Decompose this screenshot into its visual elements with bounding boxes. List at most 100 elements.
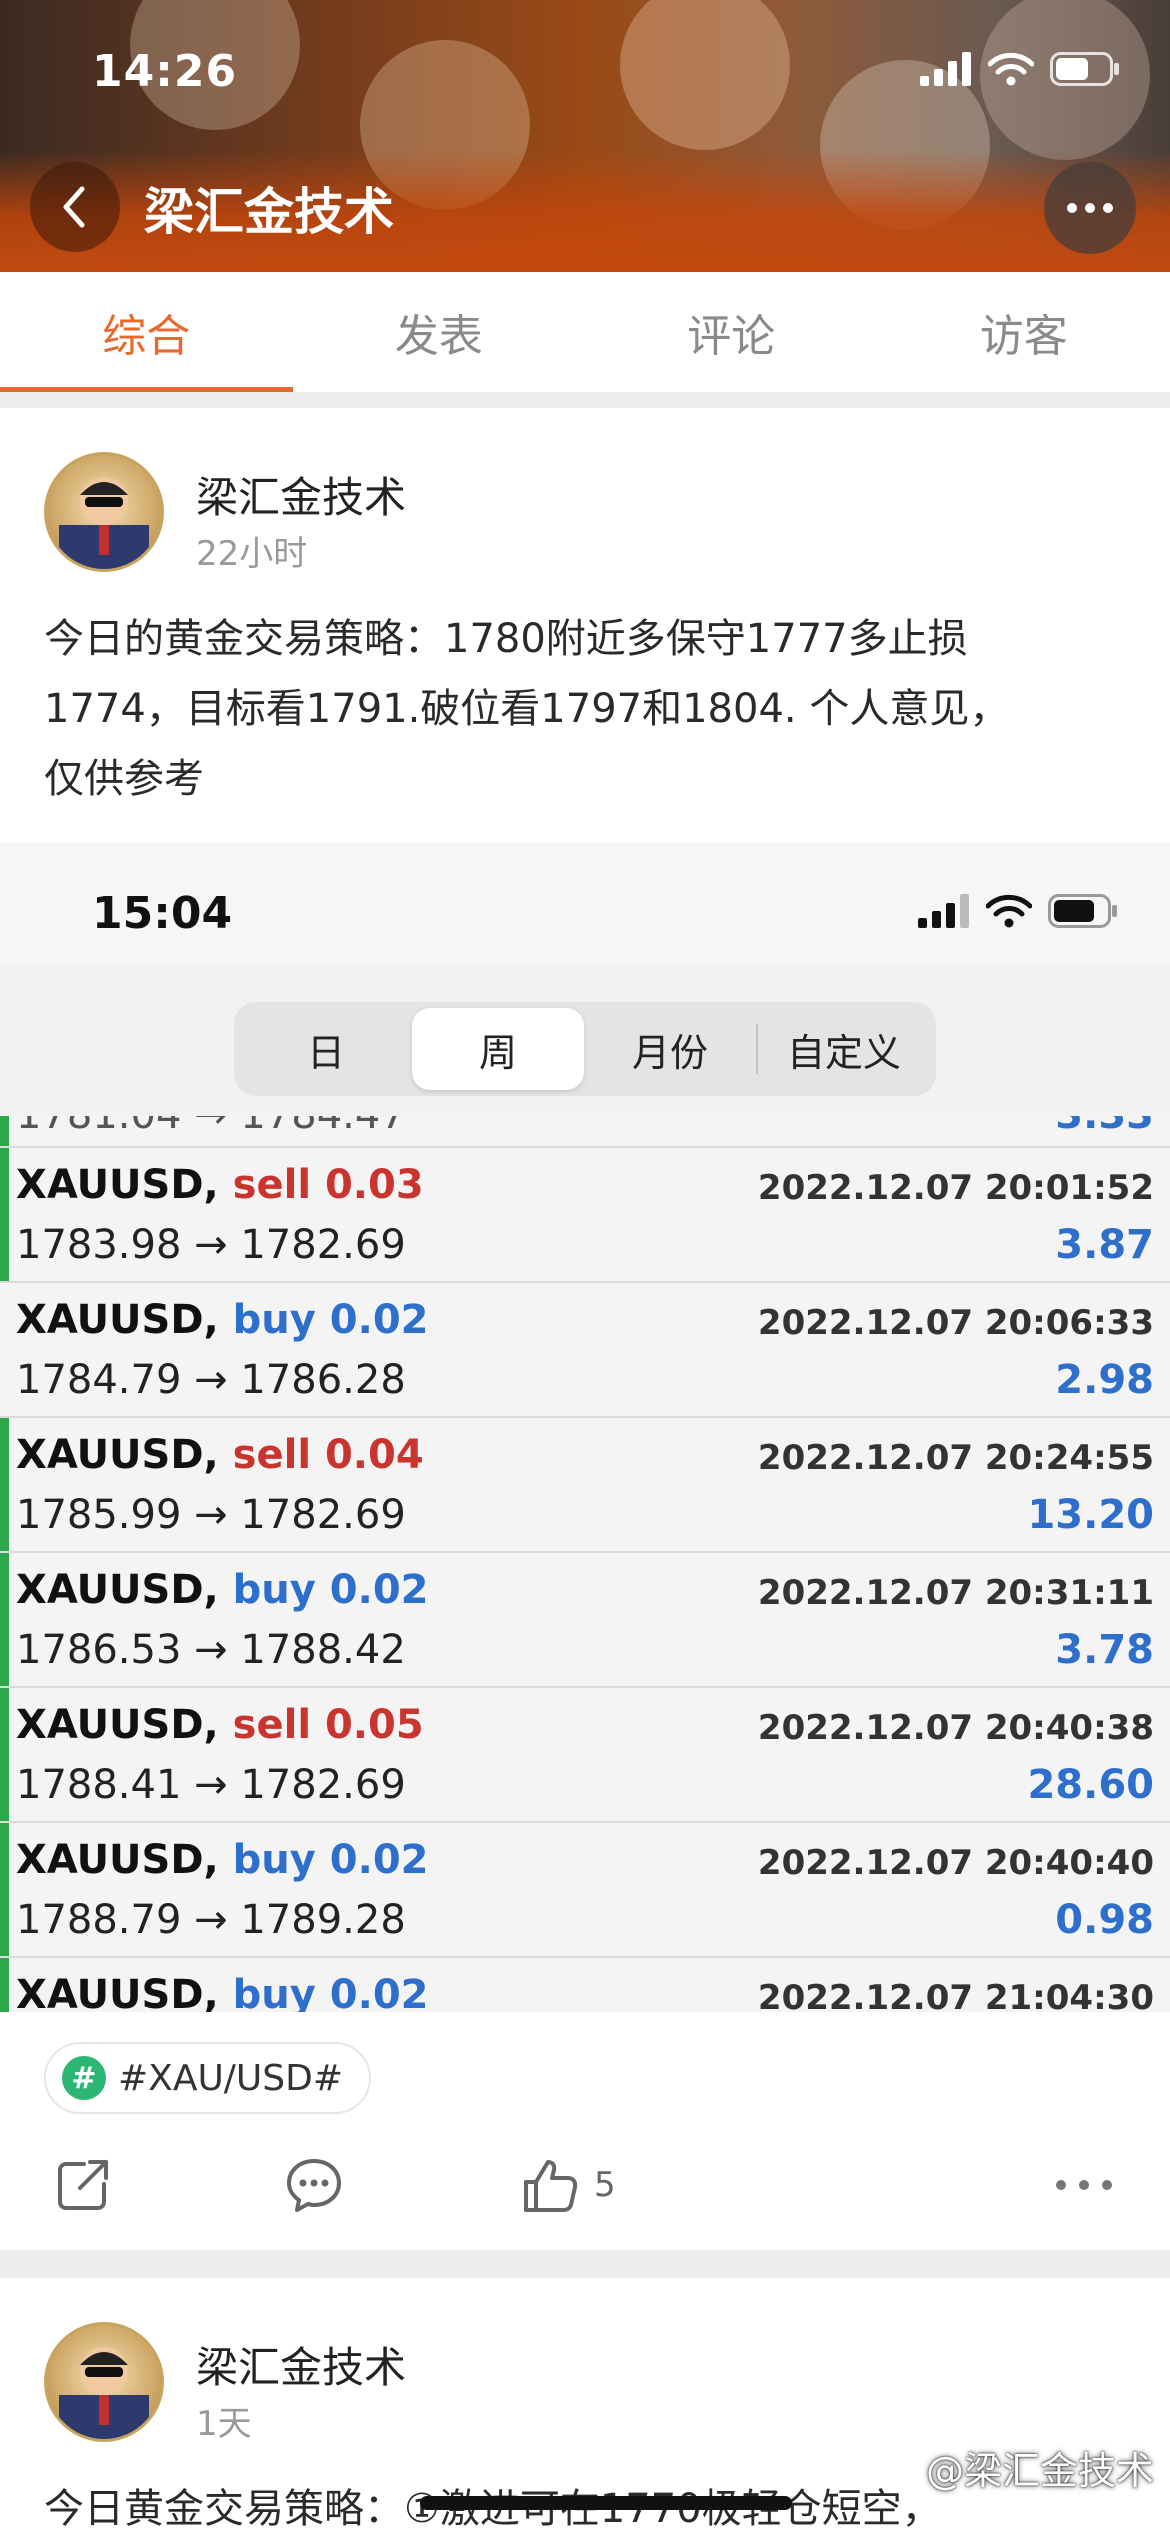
trade-side: sell (232, 1702, 312, 1748)
trade-symbol: XAUUSD, sell 0.05 (16, 1702, 424, 1748)
trade-prices: 1788.41 → 1782.69 (16, 1762, 406, 1808)
home-indicator[interactable] (420, 2496, 792, 2510)
trade-datetime: 2022.12.07 20:06:33 (757, 1303, 1154, 1343)
trade-symbol: XAUUSD, buy 0.02 (16, 1297, 429, 1343)
trade-lots: 0.05 (324, 1702, 424, 1748)
trade-profit: 2.98 (1055, 1357, 1154, 1403)
status-icons (920, 52, 1120, 86)
wifi-icon (988, 52, 1034, 86)
more-icon (1067, 203, 1077, 213)
trade-symbol: XAUUSD, sell 0.03 (16, 1162, 424, 1208)
share-icon (58, 2160, 108, 2210)
symbol: XAUUSD, (16, 1837, 219, 1883)
comment-icon (287, 2159, 341, 2212)
share-button[interactable] (54, 2140, 112, 2230)
trade-prices: 1784.79 → 1786.28 (16, 1357, 406, 1403)
trade-symbol: XAUUSD, buy 0.02 (16, 1567, 429, 1613)
segment-day[interactable]: 日 (240, 1008, 412, 1090)
trade-side: buy (232, 1297, 316, 1343)
like-count: 5 (594, 2165, 616, 2205)
post-image[interactable]: 15:04 日 周 月份 自定义 XAUUSD, sell 0.03 2022.… (0, 842, 1170, 2012)
trade-row[interactable]: XAUUSD, sell 0.04 2022.12.07 20:24:55 17… (0, 1418, 1170, 1553)
trade-row[interactable]: XAUUSD, sell 0.03 2022.12.07 20:01:52 17… (0, 1148, 1170, 1283)
profit-indicator (0, 1688, 9, 1821)
tab-visitors[interactable]: 访客 (878, 272, 1170, 392)
post-text-line: 1774，目标看1791.破位看1797和1804. 个人意见， (44, 686, 1010, 732)
trade-side: buy (232, 1972, 316, 2012)
trade-row[interactable]: XAUUSD, buy 0.02 2022.12.07 20:31:11 178… (0, 1553, 1170, 1688)
profit-indicator (0, 1418, 9, 1551)
signal-icon (918, 894, 969, 928)
segment-month[interactable]: 月份 (584, 1008, 756, 1090)
like-icon (524, 2160, 578, 2212)
trade-lots: 0.04 (324, 1432, 424, 1478)
trade-prices: 1788.79 → 1789.28 (16, 1897, 406, 1943)
post-author[interactable]: 梁汇金技术 (196, 464, 406, 525)
trade-symbol: XAUUSD, buy 0.02 (16, 1972, 429, 2012)
trade-profit: 13.20 (1027, 1492, 1154, 1538)
trade-symbol: XAUUSD, sell 0.04 (16, 1432, 424, 1478)
trade-history-list: 1781.04 → 1784.47 3.33 XAUUSD, sell 0.03… (0, 1116, 1170, 2012)
more-options-button[interactable] (1044, 162, 1136, 254)
trade-lots: 0.02 (329, 1837, 429, 1883)
page-title: 梁汇金技术 (144, 183, 394, 241)
divider (0, 2250, 1170, 2278)
trade-datetime: 2022.12.07 20:31:11 (757, 1573, 1154, 1613)
trade-datetime: 2022.12.07 20:40:38 (757, 1708, 1154, 1748)
segment-week[interactable]: 周 (412, 1008, 584, 1090)
embedded-status-icons (918, 894, 1118, 928)
trade-profit: 0.98 (1055, 1897, 1154, 1943)
header-background-photo (620, 0, 790, 150)
profile-tabs: 综合 发表 评论 访客 (0, 272, 1170, 392)
trade-lots: 0.02 (329, 1972, 429, 2012)
like-button[interactable]: 5 (520, 2140, 616, 2230)
post-text: 今日的黄金交易策略：1780附近多保守1777多止损 1774，目标看1791.… (44, 604, 1124, 814)
back-button[interactable] (30, 162, 120, 252)
watermark: @梁汇金技术 (925, 2449, 1154, 2493)
post-text-line: 今日的黄金交易策略：1780附近多保守1777多止损 (44, 616, 968, 662)
post-time: 22小时 (196, 534, 308, 574)
trade-lots: 0.03 (324, 1162, 424, 1208)
post-more-button[interactable] (1054, 2140, 1114, 2230)
trade-side: sell (232, 1432, 312, 1478)
trade-profit: 28.60 (1027, 1762, 1154, 1808)
trade-prices: 1781.04 → 1784.47 (16, 1116, 406, 1138)
avatar[interactable] (44, 2322, 164, 2442)
trade-prices: 1783.98 → 1782.69 (16, 1222, 406, 1268)
symbol: XAUUSD, (16, 1297, 219, 1343)
battery-icon (1050, 52, 1119, 86)
divider (0, 392, 1170, 408)
tab-posts[interactable]: 发表 (293, 272, 586, 392)
avatar[interactable] (44, 452, 164, 572)
topic-tag[interactable]: # #XAU/USD# (44, 2042, 372, 2114)
comment-button[interactable] (284, 2140, 344, 2230)
trade-row[interactable]: XAUUSD, buy 0.02 2022.12.07 20:40:40 178… (0, 1823, 1170, 1958)
trade-row[interactable]: XAUUSD, sell 0.05 2022.12.07 20:40:38 17… (0, 1688, 1170, 1823)
profit-indicator (0, 1116, 9, 1146)
trade-row[interactable]: XAUUSD, buy 0.02 2022.12.07 21:04:30 (0, 1958, 1170, 2012)
trade-symbol: XAUUSD, buy 0.02 (16, 1837, 429, 1883)
tab-overview[interactable]: 综合 (0, 272, 293, 392)
trade-row[interactable]: XAUUSD, buy 0.02 2022.12.07 20:06:33 178… (0, 1283, 1170, 1418)
profit-indicator (0, 1553, 9, 1686)
symbol: XAUUSD, (16, 1432, 219, 1478)
avatar-illustration (59, 477, 149, 569)
trade-datetime: 2022.12.07 20:24:55 (757, 1438, 1154, 1478)
trade-profit: 3.87 (1055, 1222, 1154, 1268)
tab-comments[interactable]: 评论 (585, 272, 878, 392)
trade-lots: 0.02 (329, 1297, 429, 1343)
trade-prices: 1785.99 → 1782.69 (16, 1492, 406, 1538)
post-author[interactable]: 梁汇金技术 (196, 2334, 406, 2395)
symbol: XAUUSD, (16, 1702, 219, 1748)
post-text-line: 仅供参考 (44, 756, 204, 802)
wifi-icon (986, 894, 1032, 928)
more-icon-dot (1085, 203, 1095, 213)
embedded-status-bar: 15:04 (0, 842, 1170, 962)
hashtag-icon: # (62, 2056, 106, 2100)
trade-prices: 1786.53 → 1788.42 (16, 1627, 406, 1673)
post-time: 1天 (196, 2404, 252, 2444)
status-time: 14:26 (92, 46, 238, 97)
segment-custom[interactable]: 自定义 (758, 1008, 930, 1090)
more-horizontal-icon (1056, 2180, 1112, 2190)
trade-profit: 3.78 (1055, 1627, 1154, 1673)
